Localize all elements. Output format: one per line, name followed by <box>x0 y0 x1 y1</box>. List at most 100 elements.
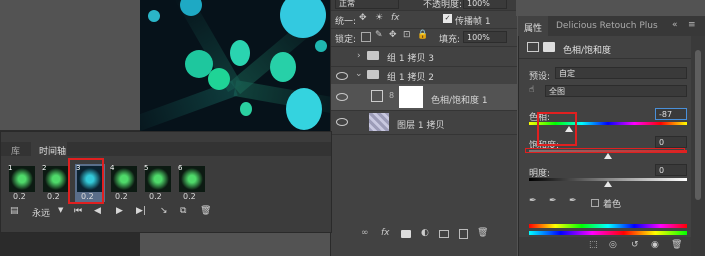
play-icon[interactable]: ▶ <box>116 206 123 216</box>
frame-thumbnail <box>179 166 205 192</box>
preset-select[interactable]: 自定 <box>555 67 687 79</box>
highlight-box-frame <box>68 158 104 204</box>
eyedropper-minus-icon[interactable]: ✒ <box>569 196 577 206</box>
light-dot <box>240 102 252 116</box>
saturation-input[interactable]: 0 <box>655 136 687 148</box>
loop-select[interactable]: 永远 <box>32 206 50 219</box>
lightness-slider-thumb[interactable] <box>604 181 612 187</box>
saturation-slider-thumb[interactable] <box>604 153 612 159</box>
collapse-arrow-icon[interactable]: ⌄ <box>355 69 363 79</box>
folder-icon <box>367 70 379 79</box>
lock-artboard-icon[interactable]: ⊡ <box>403 30 411 40</box>
layer-thumbnail <box>369 113 389 131</box>
frame-delay[interactable]: 0.2 <box>183 192 196 201</box>
unify-visibility-icon[interactable]: ☀ <box>375 13 383 23</box>
convert-timeline-icon[interactable]: ▤ <box>10 206 19 216</box>
mask-icon[interactable] <box>543 42 555 52</box>
next-frame-icon[interactable]: ▶| <box>136 206 146 216</box>
frame-number: 2 <box>42 164 47 172</box>
light-dot <box>148 10 160 22</box>
group-icon[interactable] <box>439 230 449 238</box>
layer-name: 组 1 拷贝 2 <box>387 73 435 83</box>
light-dot <box>208 68 230 90</box>
frame-thumbnail <box>111 166 137 192</box>
lock-position-icon[interactable]: ✥ <box>389 30 397 40</box>
previous-frame-icon[interactable]: ◀ <box>94 206 101 216</box>
timeline-frame[interactable]: 4 0.2 <box>109 164 139 202</box>
layer-row[interactable]: ⌄ 组 1 拷贝 2 <box>331 66 517 85</box>
layer-row[interactable]: › 组 1 拷贝 3 <box>331 46 517 67</box>
layer-name: 图层 1 拷贝 <box>397 121 445 131</box>
tab-delicious-retouch[interactable]: Delicious Retouch Plus <box>556 21 658 31</box>
lightness-input[interactable]: 0 <box>655 164 687 176</box>
lock-label: 锁定: <box>335 35 357 45</box>
trash-icon[interactable]: 🗑 <box>477 228 488 238</box>
tab-properties[interactable]: 属性 <box>524 21 542 34</box>
adjustment-icon[interactable] <box>527 42 539 52</box>
panel-gap <box>516 0 705 16</box>
mask-icon[interactable] <box>401 230 411 238</box>
eyedropper-icon[interactable]: ✒ <box>529 196 537 206</box>
visibility-icon[interactable]: ◉ <box>651 240 659 250</box>
lock-image-icon[interactable]: ✎ <box>375 30 383 40</box>
link-icon[interactable]: ∞ <box>361 228 369 238</box>
frame-number: 4 <box>110 164 115 172</box>
frame-delay[interactable]: 0.2 <box>47 192 60 201</box>
colorize-label: 着色 <box>603 200 622 210</box>
fill-input[interactable]: 100% <box>463 31 507 43</box>
timeline-frame[interactable]: 6 0.2 <box>177 164 207 202</box>
layers-bottom-bar: ∞ fx ◐ 🗑 <box>331 226 517 244</box>
lock-all-icon[interactable]: 🔒 <box>417 30 428 40</box>
blend-mode-select[interactable]: 正常 <box>335 0 399 9</box>
propagate-checkbox[interactable]: ✓ <box>443 14 452 23</box>
hue-input[interactable]: -87 <box>655 108 687 120</box>
frame-delay[interactable]: 0.2 <box>115 192 128 201</box>
loop-dropdown-icon[interactable]: ▼ <box>58 206 63 214</box>
expand-arrow-icon[interactable]: › <box>357 51 361 61</box>
reset-icon[interactable]: ↺ <box>631 240 639 250</box>
hue-spectrum-bar <box>529 224 687 228</box>
view-previous-icon[interactable]: ◎ <box>609 240 617 250</box>
layer-name: 组 1 拷贝 3 <box>387 54 435 64</box>
timeline-frame[interactable]: 1 0.2 <box>7 164 37 202</box>
chain-icon[interactable]: 8 <box>389 91 394 100</box>
properties-scrollbar[interactable] <box>691 36 705 256</box>
eyedropper-plus-icon[interactable]: ✒ <box>549 196 557 206</box>
frame-number: 5 <box>144 164 149 172</box>
clip-icon[interactable]: ⬚ <box>589 240 598 250</box>
tab-timeline[interactable]: 时间轴 <box>39 144 66 157</box>
first-frame-icon[interactable]: ⏮ <box>74 206 82 216</box>
layer-mask-thumbnail[interactable] <box>399 86 423 108</box>
properties-bottom-bar: ⬚ ◎ ↺ ◉ 🗑 <box>519 237 692 256</box>
collapse-icon[interactable]: « <box>672 20 678 30</box>
document-canvas[interactable] <box>140 0 330 140</box>
hand-icon[interactable]: ☝ <box>529 85 534 95</box>
opacity-input[interactable]: 100% <box>463 0 507 9</box>
lock-transparent-icon[interactable] <box>361 32 371 42</box>
unify-style-icon[interactable]: fx <box>391 13 400 23</box>
eye-icon[interactable] <box>336 93 348 101</box>
layer-row[interactable]: 图层 1 拷贝 <box>331 110 517 135</box>
trash-icon[interactable]: 🗑 <box>671 240 682 250</box>
tween-icon[interactable]: ↘ <box>160 206 168 216</box>
frame-delay[interactable]: 0.2 <box>149 192 162 201</box>
properties-panel: 色相/饱和度 预设: 自定 ☝ 全图 色相: -87 饱和度: 0 明度: 0 … <box>518 36 692 256</box>
adjustment-icon[interactable]: ◐ <box>421 228 429 238</box>
layer-row-selected[interactable]: 8 色相/饱和度 1 <box>331 84 517 111</box>
new-layer-icon[interactable] <box>459 229 468 239</box>
eye-icon[interactable] <box>336 72 348 80</box>
frame-delay[interactable]: 0.2 <box>13 192 26 201</box>
panel-menu-icon[interactable]: ≡ <box>688 20 696 30</box>
frame-number: 1 <box>8 164 13 172</box>
eye-icon[interactable] <box>336 118 348 126</box>
unify-position-icon[interactable]: ✥ <box>359 13 367 23</box>
tab-library[interactable]: 库 <box>11 144 20 157</box>
fx-icon[interactable]: fx <box>381 228 390 238</box>
colorize-checkbox[interactable] <box>591 199 599 207</box>
channel-select[interactable]: 全图 <box>545 85 687 97</box>
timeline-frame[interactable]: 5 0.2 <box>143 164 173 202</box>
fill-label: 填充: <box>439 35 461 45</box>
timeline-frame[interactable]: 2 0.2 <box>41 164 71 202</box>
duplicate-frame-icon[interactable]: ⧉ <box>180 206 186 216</box>
delete-frame-icon[interactable]: 🗑 <box>200 206 211 216</box>
